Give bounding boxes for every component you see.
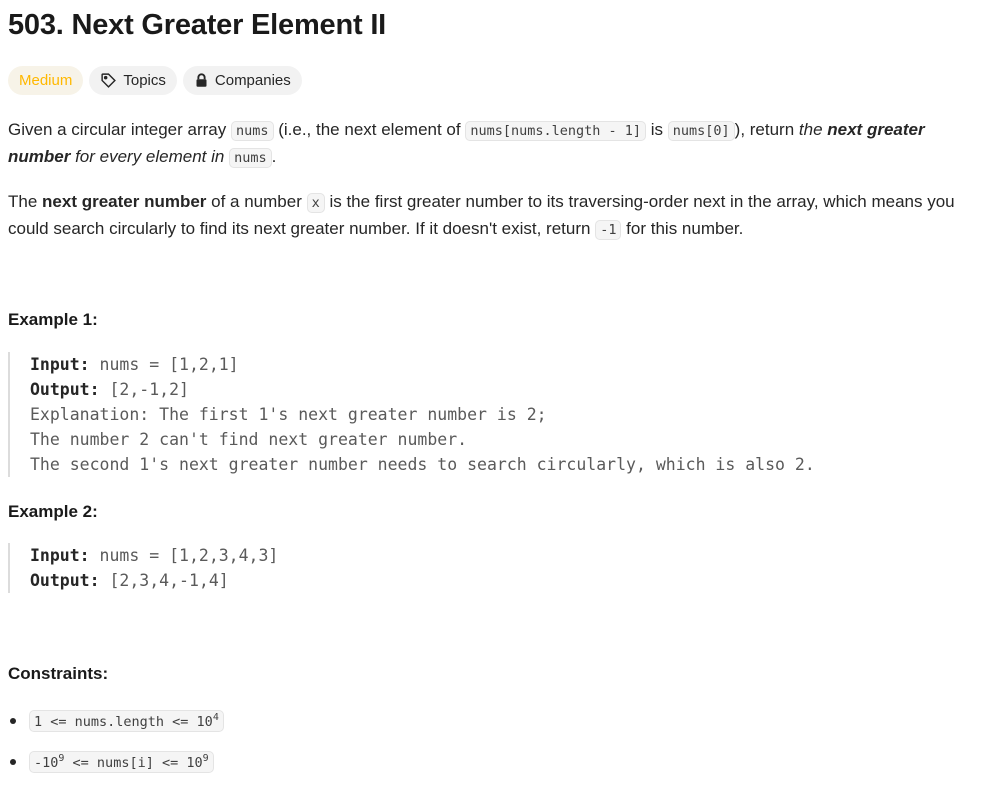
problem-title: 503. Next Greater Element II xyxy=(8,9,387,41)
example-2-output-line: Output: [2,3,4,-1,4] xyxy=(30,568,278,593)
explanation-line: Explanation: The first 1's next greater … xyxy=(30,405,547,424)
bold-italic-text: next greater xyxy=(827,120,925,139)
inline-code: nums xyxy=(229,148,272,168)
example-2-heading: Example 2: xyxy=(8,502,98,521)
tag-icon xyxy=(101,73,117,88)
topics-label: Topics xyxy=(123,72,166,89)
example-1-heading: Example 1: xyxy=(8,310,98,329)
constraints-heading: Constraints: xyxy=(8,664,109,683)
text: of a number xyxy=(206,192,307,211)
explanation-line: The number 2 can't find next greater num… xyxy=(30,430,468,449)
example-1-input-line: Input: nums = [1,2,1] xyxy=(30,352,815,377)
example-2-input-line: Input: nums = [1,2,3,4,3] xyxy=(30,543,278,568)
italic-text: the xyxy=(798,120,828,139)
italic-text: for every element in xyxy=(70,147,230,166)
description-paragraph-1: Given a circular integer array nums (i.e… xyxy=(8,117,988,171)
difficulty-badge[interactable]: Medium xyxy=(8,66,84,95)
example-1-output-line: Output: [2,-1,2] xyxy=(30,377,815,402)
lock-icon xyxy=(196,73,207,87)
constraint-text: 1 <= nums.length <= 10 xyxy=(34,714,213,730)
example-1-block: Input: nums = [1,2,1] Output: [2,-1,2] Exp… xyxy=(8,352,815,477)
constraint-item: 1 <= nums.length <= 104 xyxy=(8,706,224,736)
tag-row: Medium Topics Companies xyxy=(8,66,302,95)
text: for this number. xyxy=(621,219,744,238)
text: The xyxy=(8,192,43,211)
text: (i.e., the next element of xyxy=(273,120,466,139)
bullet xyxy=(10,718,16,724)
output-value: [2,-1,2] xyxy=(99,380,189,399)
output-label: Output: xyxy=(30,571,100,590)
constraint-code: -109 <= nums[i] <= 109 xyxy=(29,751,214,773)
constraint-text: -10 xyxy=(34,755,59,771)
constraint-text: <= nums[i] <= 10 xyxy=(64,755,203,771)
input-label: Input: xyxy=(30,355,90,374)
topics-button[interactable]: Topics xyxy=(89,66,177,95)
companies-label: Companies xyxy=(214,72,291,89)
companies-button[interactable]: Companies xyxy=(182,66,302,95)
example-2-block: Input: nums = [1,2,3,4,3] Output: [2,3,4,… xyxy=(8,543,278,593)
output-value: [2,3,4,-1,4] xyxy=(99,571,229,590)
inline-code: nums[nums.length - 1] xyxy=(465,121,647,141)
text: could search circularly to find its next… xyxy=(8,219,596,238)
superscript: 4 xyxy=(212,712,219,723)
inline-code: nums[0] xyxy=(667,121,735,141)
text: Given a circular integer array xyxy=(8,120,231,139)
text: is xyxy=(646,120,668,139)
constraint-item: -109 <= nums[i] <= 109 xyxy=(8,747,224,777)
inline-code: x xyxy=(306,193,325,213)
explanation-line: The second 1's next greater number needs… xyxy=(30,455,815,474)
inline-code: nums xyxy=(230,121,274,141)
superscript: 9 xyxy=(202,753,209,764)
input-label: Input: xyxy=(30,546,90,565)
input-value: nums = [1,2,3,4,3] xyxy=(89,546,279,565)
text: ), return xyxy=(734,120,799,139)
constraints-list: 1 <= nums.length <= 104 -10 9 <= nums[i] … xyxy=(8,706,224,777)
constraint-code: 1 <= nums.length <= 104 xyxy=(29,710,224,732)
output-label: Output: xyxy=(30,380,100,399)
description-paragraph-2: The next greater number of a number x is… xyxy=(8,189,998,243)
bold-italic-text: number xyxy=(8,147,71,166)
text: . xyxy=(271,147,277,166)
text: is the first greater number to its trave… xyxy=(324,192,955,211)
bullet xyxy=(10,759,16,765)
bold-text: next greater number xyxy=(42,192,207,211)
inline-code: -1 xyxy=(595,220,622,240)
input-value: nums = [1,2,1] xyxy=(89,355,239,374)
